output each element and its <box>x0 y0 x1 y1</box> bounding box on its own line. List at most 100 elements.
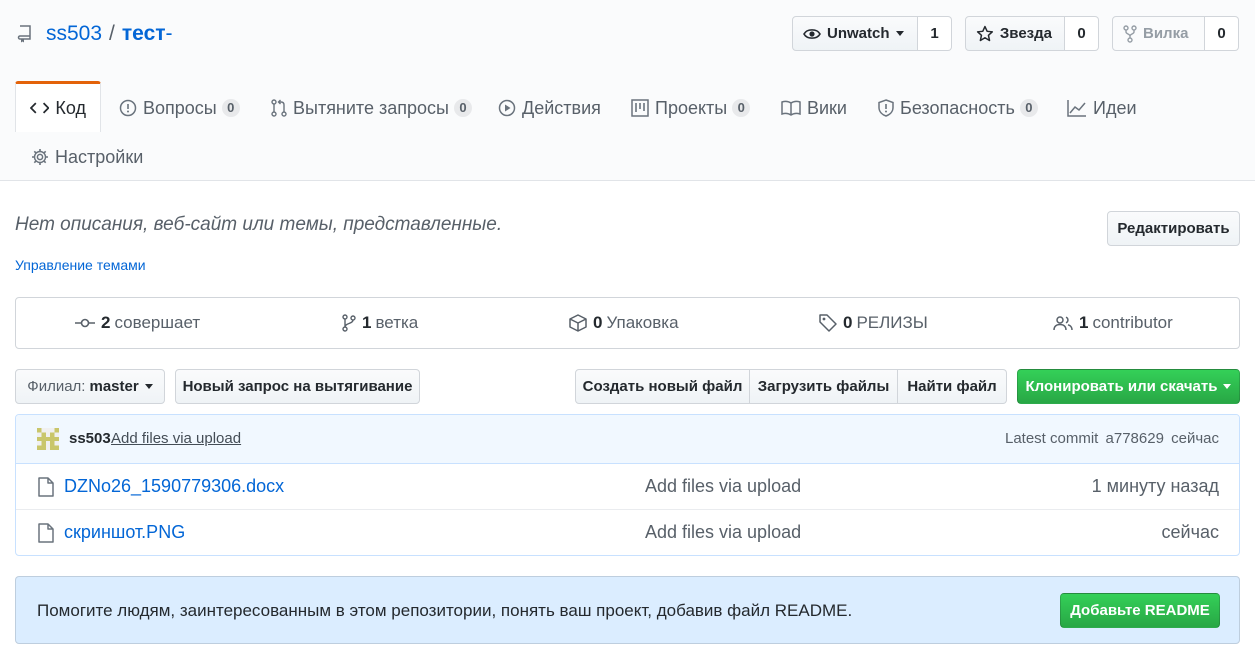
repo-owner-link[interactable]: ss503 <box>46 22 102 46</box>
latest-commit-bar: ss503 Add files via upload Latest commit… <box>16 415 1239 464</box>
readme-prompt-text: Помогите людям, заинтересованным в этом … <box>37 601 853 620</box>
commit-time: сейчас <box>1171 430 1219 447</box>
file-list-container: ss503 Add files via upload Latest commit… <box>15 414 1240 556</box>
tab-pull-requests-label: Вытяните запросы <box>293 97 449 118</box>
clone-download-button[interactable]: Клонировать или скачать <box>1017 369 1240 404</box>
branches-count: 1 <box>362 313 372 332</box>
tab-projects-counter: 0 <box>732 99 751 117</box>
releases-label: РЕЛИЗЫ <box>856 313 928 332</box>
new-pull-request-button[interactable]: Новый запрос на вытягивание <box>175 369 420 404</box>
tab-security-label: Безопасность <box>900 97 1015 118</box>
tab-projects-label: Проекты <box>655 97 728 118</box>
commit-message[interactable]: Add files via upload <box>111 430 241 447</box>
file-commit-message[interactable]: Add files via upload <box>645 522 801 543</box>
tab-issues-label: Вопросы <box>143 97 217 118</box>
issue-opened-icon <box>119 99 137 117</box>
add-readme-button[interactable]: Добавьте README <box>1060 593 1220 628</box>
book-icon <box>781 100 801 116</box>
branch-name: master <box>89 378 139 395</box>
avatar[interactable] <box>37 428 59 450</box>
tab-insights-label: Идеи <box>1093 97 1137 118</box>
tag-icon <box>819 314 837 332</box>
tab-code[interactable]: Код <box>15 81 101 132</box>
repo-header: ss503 / тест - Unwatch 1 Звезда 0 Вилка … <box>0 0 1255 181</box>
tab-insights[interactable]: Идеи <box>1053 83 1151 133</box>
file-row: DZNo26_1590779306.docx Add files via upl… <box>16 464 1239 510</box>
repo-description: Нет описания, веб-сайт или темы, предста… <box>15 214 503 235</box>
star-label: Звезда <box>999 25 1052 42</box>
file-age: сейчас <box>1161 522 1219 542</box>
shield-icon <box>878 99 894 117</box>
tab-pull-requests-counter: 0 <box>453 99 472 117</box>
create-new-file-button[interactable]: Создать новый файл <box>575 369 750 404</box>
tab-projects[interactable]: Проекты 0 <box>617 83 764 133</box>
branch-icon <box>342 314 356 332</box>
latest-commit-info: Latest commit a778629 сейчас <box>1005 430 1219 447</box>
graph-icon <box>1067 100 1086 117</box>
tab-security-counter: 0 <box>1019 99 1038 117</box>
file-commit-message[interactable]: Add files via upload <box>645 476 801 497</box>
gear-icon <box>32 149 48 165</box>
commits-label: совершает <box>114 313 201 332</box>
file-name-link[interactable]: DZNo26_1590779306.docx <box>64 476 284 497</box>
commits-count: 2 <box>101 313 111 332</box>
find-file-button[interactable]: Найти файл <box>898 369 1007 404</box>
people-icon <box>1053 316 1073 331</box>
star-count[interactable]: 0 <box>1065 16 1099 51</box>
releases-link[interactable]: 0 РЕЛИЗЫ <box>819 298 928 348</box>
tab-security[interactable]: Безопасность 0 <box>864 83 1052 133</box>
tab-settings-label: Настройки <box>55 146 144 167</box>
star-group: Звезда 0 <box>965 16 1099 51</box>
pull-request-icon <box>271 99 287 117</box>
branch-select-menu[interactable]: Филиал: master <box>15 369 165 404</box>
tab-actions[interactable]: Действия <box>484 83 615 133</box>
tab-settings[interactable]: Настройки <box>17 132 157 182</box>
star-icon <box>976 25 994 41</box>
repo-title: ss503 / тест - <box>16 20 173 48</box>
play-icon <box>498 99 516 117</box>
clone-download-label: Клонировать или скачать <box>1025 378 1218 395</box>
contributors-count: 1 <box>1079 313 1089 332</box>
fork-icon <box>1123 24 1137 43</box>
repo-name-suffix: - <box>165 22 173 45</box>
file-icon <box>38 477 54 497</box>
repo-summary-bar: 2 совершает 1 ветка 0 Упаковка 0 РЕЛИЗЫ <box>15 297 1240 349</box>
tab-code-label: Код <box>55 97 86 118</box>
chevron-down-icon <box>1223 384 1232 389</box>
fork-count[interactable]: 0 <box>1205 16 1239 51</box>
upload-files-button[interactable]: Загрузить файлы <box>750 369 898 404</box>
chevron-down-icon <box>144 384 153 389</box>
repo-name-link[interactable]: тест <box>122 22 166 46</box>
edit-description-button[interactable]: Редактировать <box>1107 211 1240 246</box>
commits-link[interactable]: 2 совершает <box>75 298 200 348</box>
tab-wiki-label: Вики <box>807 97 847 118</box>
branches-link[interactable]: 1 ветка <box>342 298 418 348</box>
readme-prompt: Помогите людям, заинтересованным в этом … <box>15 576 1240 644</box>
branches-label: ветка <box>375 313 419 332</box>
file-icon <box>38 523 54 543</box>
watch-button[interactable]: Unwatch <box>792 16 918 51</box>
tab-pull-requests[interactable]: Вытяните запросы 0 <box>257 83 486 133</box>
file-name-link[interactable]: скриншот.PNG <box>64 522 185 543</box>
watch-group: Unwatch 1 <box>792 16 952 51</box>
branch-prefix: Филиал: <box>27 378 86 395</box>
commit-author[interactable]: ss503 <box>69 430 111 447</box>
contributors-link[interactable]: 1 contributor <box>1053 298 1173 348</box>
tab-issues[interactable]: Вопросы 0 <box>105 83 254 133</box>
packages-count: 0 <box>593 313 603 332</box>
watch-count[interactable]: 1 <box>918 16 952 51</box>
file-age: 1 минуту назад <box>1091 476 1219 496</box>
watch-label: Unwatch <box>827 25 890 42</box>
chevron-down-icon <box>895 31 904 36</box>
fork-button[interactable]: Вилка <box>1112 16 1205 51</box>
project-icon <box>631 99 649 117</box>
package-icon <box>569 314 587 332</box>
packages-link[interactable]: 0 Упаковка <box>569 298 679 348</box>
code-icon <box>30 102 50 114</box>
file-row: скриншот.PNG Add files via upload сейчас <box>16 510 1239 555</box>
manage-topics-link[interactable]: Управление темами <box>15 257 146 273</box>
commit-sha[interactable]: a778629 <box>1106 430 1164 447</box>
star-button[interactable]: Звезда <box>965 16 1065 51</box>
tab-wiki[interactable]: Вики <box>767 83 861 133</box>
fork-label: Вилка <box>1143 25 1189 42</box>
